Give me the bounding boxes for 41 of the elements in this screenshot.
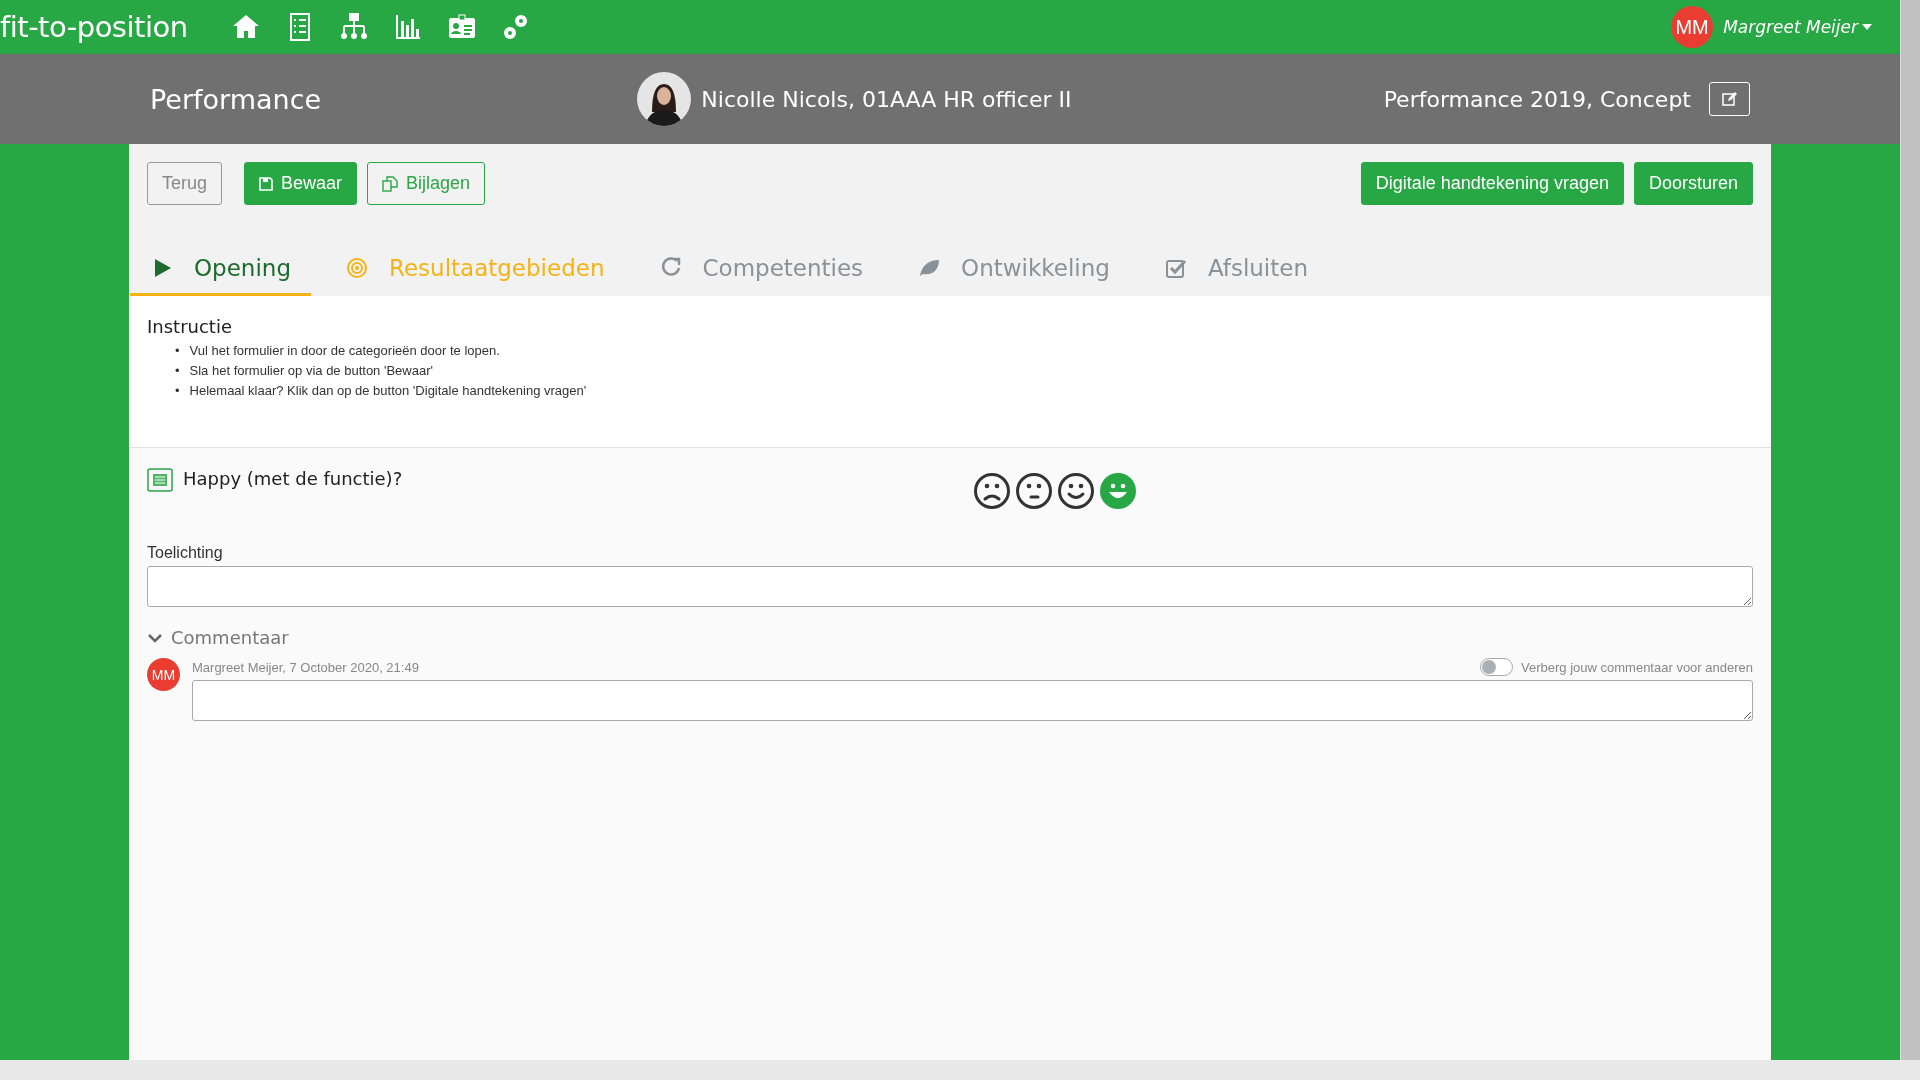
edit-icon [1721,92,1738,106]
tab[interactable]: Competenties [638,255,884,296]
neutral-face-icon[interactable] [1015,472,1053,510]
target-icon [345,256,369,280]
instruction-title: Instructie [147,316,233,337]
comment-avatar: MM [147,658,180,691]
tab[interactable]: Ontwikkeling [897,255,1130,296]
caret-icon[interactable] [1862,24,1872,30]
instruction-item: Vul het formulier in door de categorieën door te lopen. [189,342,500,360]
form-icon [147,468,173,492]
hide-comment-switch[interactable] [1480,658,1514,676]
switch-label: Verberg jouw commentaar voor anderen [1521,659,1753,675]
instruction-item: Sla het formulier op via de button 'Bewaar' [189,362,433,380]
save-button[interactable]: Bewaar [244,162,358,205]
comment-meta: Margreet Meijer, 7 October 2020, 21:49 [192,659,419,675]
explanation-field[interactable] [147,566,1753,607]
attachments-button[interactable]: Bijlagen [367,162,486,205]
user-menu[interactable]: Margreet Meijer [1723,17,1858,37]
tab[interactable]: Afsluiten [1143,255,1328,296]
bullet: • [175,362,180,380]
chevron-icon [147,631,163,644]
page-title: Performance [150,83,323,115]
logo[interactable]: fit-to-position [0,10,188,44]
sad-face-icon[interactable] [973,472,1011,510]
request-signature-button[interactable]: Digitale handtekening vragen [1360,162,1624,205]
instruction-item: Helemaal klaar? Klik dan op de button 'Digitale handtekening vragen' [189,382,587,400]
field-label: Toelichting [147,544,224,562]
tab[interactable]: Resultaatgebieden [325,255,625,296]
comments-toggle[interactable]: Commentaar [147,627,1753,648]
edit-button[interactable] [1709,82,1750,116]
employee-name: Nicolle Nicols, 01AAA HR officer II [701,86,1073,112]
smile-face-icon[interactable] [1057,472,1095,510]
comment-field[interactable] [192,680,1753,721]
document-title: Performance 2019, Concept [1383,86,1691,112]
back-button[interactable]: Terug [147,162,223,205]
copy-icon [382,175,399,192]
bullet: • [175,382,180,400]
question-title: Happy (met de functie)? [183,468,404,489]
forward-button[interactable]: Doorsturen [1633,162,1753,205]
bullet: • [175,342,180,360]
user-avatar: MM [1671,6,1714,48]
